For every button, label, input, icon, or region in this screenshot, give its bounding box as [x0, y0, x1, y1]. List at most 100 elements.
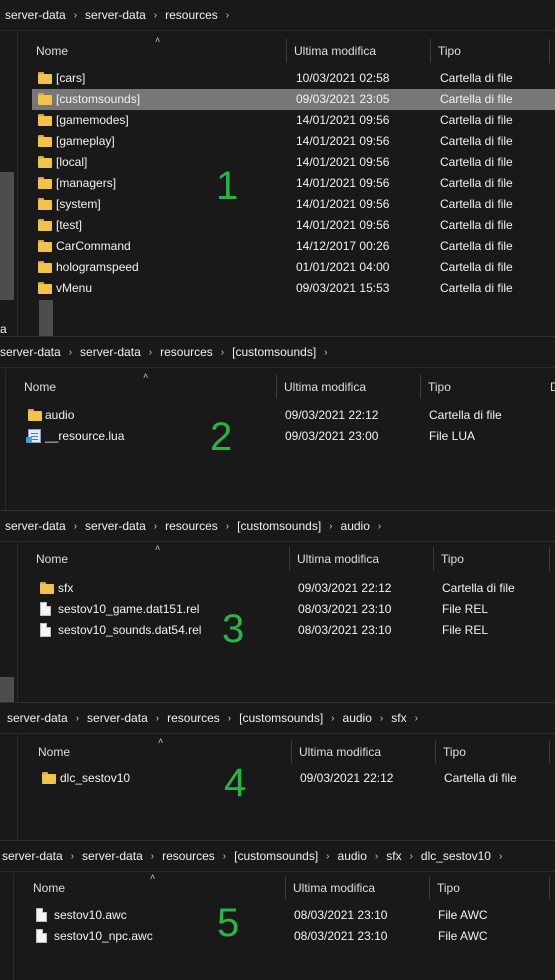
list-item[interactable]: [system] 14/01/2021 09:56 Cartella di file	[32, 194, 555, 215]
chevron-right-icon[interactable]: ›	[228, 713, 231, 724]
list-item[interactable]: [test] 14/01/2021 09:56 Cartella di file	[32, 215, 555, 236]
chevron-up-icon[interactable]: ˄	[143, 371, 148, 381]
column-header-name[interactable]: Nome	[30, 37, 68, 65]
column-header-name[interactable]: Nome	[18, 373, 56, 401]
chevron-right-icon[interactable]: ›	[69, 347, 72, 358]
column-header-size[interactable]: D	[544, 373, 555, 401]
list-item[interactable]: hologramspeed 01/01/2021 04:00 Cartella di…	[32, 257, 555, 278]
column-header-modified[interactable]: Ultima modifica	[287, 874, 375, 902]
scrollbar-thumb[interactable]	[0, 172, 14, 300]
list-item[interactable]: vMenu 09/03/2021 15:53 Cartella di file	[32, 278, 555, 299]
chevron-up-icon[interactable]: ˄	[155, 35, 160, 45]
column-divider[interactable]	[276, 375, 277, 399]
column-divider[interactable]	[291, 740, 292, 764]
list-item[interactable]: [gamemodes] 14/01/2021 09:56 Cartella di f…	[32, 110, 555, 131]
breadcrumb-item[interactable]: [customsounds]	[237, 519, 321, 533]
breadcrumb-item[interactable]: resources	[162, 849, 215, 863]
breadcrumb-item[interactable]: server-data	[5, 519, 66, 533]
breadcrumb-item[interactable]: server-data	[85, 8, 146, 22]
breadcrumb-item[interactable]: audio	[341, 519, 370, 533]
column-divider[interactable]	[429, 876, 430, 900]
breadcrumb-item[interactable]: server-data	[82, 849, 143, 863]
column-divider[interactable]	[286, 39, 287, 63]
breadcrumb-item[interactable]: sfx	[386, 849, 401, 863]
list-item[interactable]: [cars] 10/03/2021 02:58 Cartella di file	[32, 68, 555, 89]
chevron-right-icon[interactable]: ›	[499, 851, 502, 862]
column-divider[interactable]	[433, 547, 434, 571]
chevron-right-icon[interactable]: ›	[410, 851, 413, 862]
list-item[interactable]: audio 09/03/2021 22:12 Cartella di file	[22, 405, 555, 426]
chevron-right-icon[interactable]: ›	[74, 10, 77, 21]
chevron-right-icon[interactable]: ›	[74, 521, 77, 532]
chevron-right-icon[interactable]: ›	[415, 713, 418, 724]
chevron-right-icon[interactable]: ›	[326, 851, 329, 862]
chevron-right-icon[interactable]: ›	[154, 10, 157, 21]
breadcrumb-item[interactable]: resources	[165, 8, 218, 22]
list-item[interactable]: dlc_sestov10 09/03/2021 22:12 Cartella di …	[36, 768, 555, 789]
chevron-up-icon[interactable]: ˄	[155, 543, 160, 553]
chevron-right-icon[interactable]: ›	[324, 347, 327, 358]
chevron-right-icon[interactable]: ›	[375, 851, 378, 862]
column-divider[interactable]	[549, 39, 550, 63]
column-header-name[interactable]: Nome	[30, 545, 68, 573]
list-item[interactable]: [local] 14/01/2021 09:56 Cartella di file	[32, 152, 555, 173]
list-item[interactable]: [customsounds] 09/03/2021 23:05 Cartella d…	[32, 89, 555, 110]
column-divider[interactable]	[289, 547, 290, 571]
breadcrumb-item[interactable]: server-data	[7, 711, 68, 725]
breadcrumb-item[interactable]: server-data	[87, 711, 148, 725]
column-header-type[interactable]: Tipo	[431, 874, 460, 902]
column-header-type[interactable]: Tipo	[432, 37, 461, 65]
breadcrumb-item[interactable]: resources	[160, 345, 213, 359]
chevron-up-icon[interactable]: ˄	[158, 736, 163, 746]
chevron-right-icon[interactable]: ›	[154, 521, 157, 532]
chevron-right-icon[interactable]: ›	[151, 851, 154, 862]
breadcrumb-item[interactable]: [customsounds]	[239, 711, 323, 725]
breadcrumb-item[interactable]: [customsounds]	[232, 345, 316, 359]
chevron-right-icon[interactable]: ›	[223, 851, 226, 862]
list-item[interactable]: sfx 09/03/2021 22:12 Cartella di file	[34, 578, 555, 599]
chevron-right-icon[interactable]: ›	[329, 521, 332, 532]
chevron-right-icon[interactable]: ›	[378, 521, 381, 532]
chevron-up-icon[interactable]: ˄	[150, 872, 155, 882]
column-header-type[interactable]: Tipo	[437, 738, 466, 766]
breadcrumb-item[interactable]: dlc_sestov10	[421, 849, 491, 863]
chevron-right-icon[interactable]: ›	[149, 347, 152, 358]
navigation-item-label[interactable]: a	[0, 322, 7, 336]
chevron-right-icon[interactable]: ›	[380, 713, 383, 724]
scrollbar-thumb[interactable]	[39, 300, 53, 336]
chevron-right-icon[interactable]: ›	[76, 713, 79, 724]
list-item[interactable]: sestov10_npc.awc 08/03/2021 23:10 File AWC	[30, 926, 555, 947]
list-item[interactable]: [managers] 14/01/2021 09:56 Cartella di fi…	[32, 173, 555, 194]
list-item[interactable]: [gameplay] 14/01/2021 09:56 Cartella di fi…	[32, 131, 555, 152]
breadcrumb-item[interactable]: resources	[165, 519, 218, 533]
breadcrumb-item[interactable]: server-data	[80, 345, 141, 359]
chevron-right-icon[interactable]: ›	[331, 713, 334, 724]
list-item[interactable]: __resource.lua 09/03/2021 23:00 File LUA	[22, 426, 555, 447]
breadcrumb-item[interactable]: server-data	[5, 8, 66, 22]
breadcrumb-item[interactable]: server-data	[85, 519, 146, 533]
column-header-modified[interactable]: Ultima modifica	[288, 37, 376, 65]
column-header-modified[interactable]: Ultima modifica	[291, 545, 379, 573]
chevron-right-icon[interactable]: ›	[156, 713, 159, 724]
breadcrumb-item[interactable]: audio	[343, 711, 372, 725]
list-item[interactable]: sestov10.awc 08/03/2021 23:10 File AWC	[30, 905, 555, 926]
breadcrumb-item[interactable]: audio	[338, 849, 367, 863]
column-header-type[interactable]: Tipo	[422, 373, 451, 401]
column-header-name[interactable]: Nome	[27, 874, 65, 902]
breadcrumb-item[interactable]: server-data	[2, 849, 63, 863]
column-divider[interactable]	[430, 39, 431, 63]
list-item[interactable]: CarCommand 14/12/2017 00:26 Cartella di fi…	[32, 236, 555, 257]
scrollbar-thumb[interactable]	[0, 677, 14, 702]
list-item[interactable]: sestov10_game.dat151.rel 08/03/2021 23:10…	[34, 599, 555, 620]
column-header-name[interactable]: Nome	[32, 738, 70, 766]
chevron-right-icon[interactable]: ›	[221, 347, 224, 358]
breadcrumb-item[interactable]: sfx	[391, 711, 406, 725]
chevron-right-icon[interactable]: ›	[71, 851, 74, 862]
column-divider[interactable]	[420, 375, 421, 399]
column-header-modified[interactable]: Ultima modifica	[278, 373, 366, 401]
column-header-type[interactable]: Tipo	[435, 545, 464, 573]
breadcrumb-item[interactable]: [customsounds]	[234, 849, 318, 863]
column-divider[interactable]	[549, 740, 550, 764]
column-divider[interactable]	[549, 547, 550, 571]
chevron-right-icon[interactable]: ›	[226, 10, 229, 21]
